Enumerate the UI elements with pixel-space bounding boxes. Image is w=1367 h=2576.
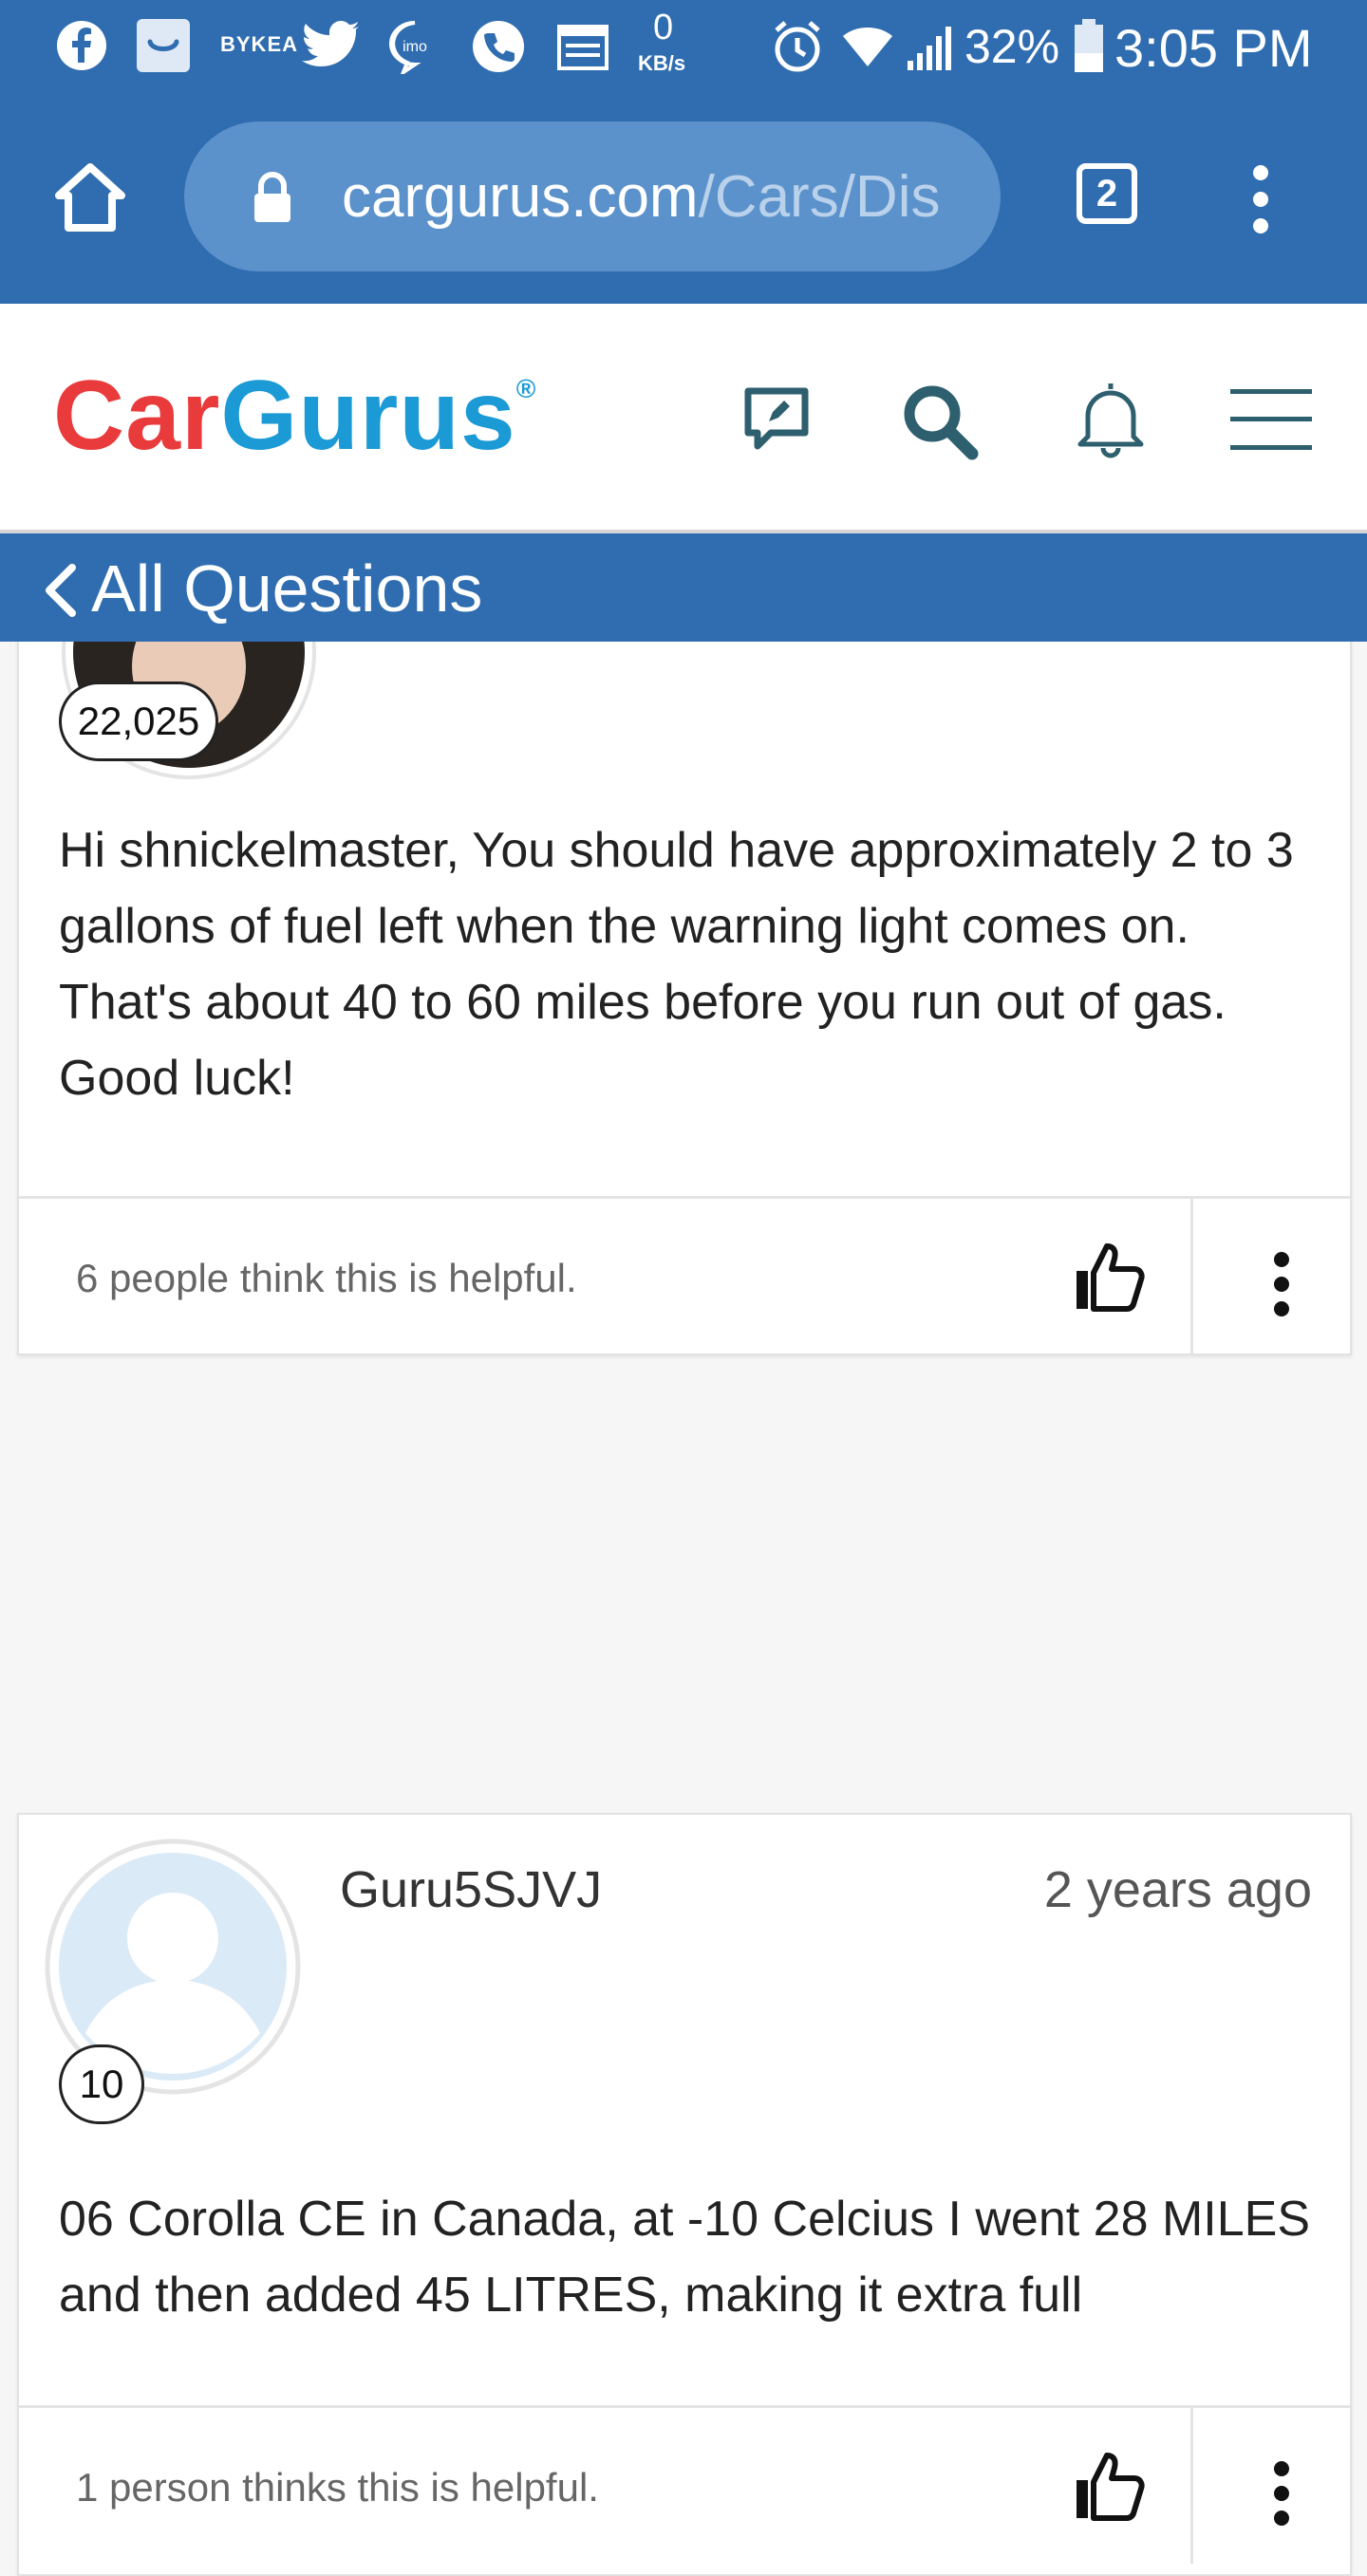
- svg-text:imo: imo: [403, 39, 427, 55]
- net-speed-value: 0: [653, 8, 674, 47]
- shopping-bag-icon: [137, 19, 190, 72]
- all-questions-back-bar[interactable]: All Questions: [0, 533, 1367, 642]
- reputation-badge: 22,025: [59, 681, 218, 761]
- alarm-icon: [775, 21, 820, 72]
- footer-divider: [1190, 2408, 1193, 2564]
- cargurus-logo[interactable]: CarGurus®: [53, 366, 536, 465]
- answer-text: Hi shnickelmaster, You should have appro…: [59, 823, 1294, 1106]
- net-speed-unit: KB/s: [638, 51, 686, 75]
- answer-card: 10 Guru5SJVJ 2 years ago 06 Corolla CE i…: [17, 1813, 1352, 2576]
- browser-toolbar: cargurus.com/Cars/Dis 2: [0, 95, 1367, 304]
- footer-divider: [1190, 1199, 1193, 1354]
- twitter-icon: [302, 21, 361, 66]
- tab-count: 2: [1095, 173, 1118, 215]
- imo-icon: imo: [389, 21, 427, 74]
- address-bar[interactable]: cargurus.com/Cars/Dis: [184, 121, 1001, 271]
- answer-card: 22,025 Hi shnickelmaster, You should hav…: [17, 626, 1352, 1355]
- answer-timestamp: 2 years ago: [1043, 1861, 1312, 1918]
- phone-app-icon: [473, 21, 524, 72]
- wifi-icon: [843, 28, 892, 66]
- search-icon[interactable]: [900, 382, 980, 461]
- username[interactable]: Guru5SJVJ: [340, 1860, 602, 1919]
- more-options-icon[interactable]: [1253, 2455, 1310, 2531]
- url-text: cargurus.com/Cars/Dis: [342, 163, 959, 231]
- hamburger-menu-icon[interactable]: [1230, 387, 1312, 452]
- signal-icon: [908, 27, 951, 70]
- answer-text: 06 Corolla CE in Canada, at -10 Celcius …: [59, 2192, 1311, 2323]
- answer-footer: 1 person thinks this is helpful.: [19, 2405, 1350, 2564]
- url-domain: cargurus.com: [342, 164, 699, 230]
- notifications-bell-icon[interactable]: [1073, 378, 1149, 459]
- logo-car: Car: [53, 361, 221, 471]
- back-label: All Questions: [91, 551, 483, 625]
- answer-footer: 6 people think this is helpful.: [19, 1196, 1350, 1354]
- facebook-icon: [57, 21, 106, 70]
- thumbs-up-icon[interactable]: [1073, 1239, 1149, 1315]
- clock-time: 3:05 PM: [1114, 18, 1313, 78]
- url-path: /Cars/Dis: [698, 164, 941, 230]
- more-options-icon[interactable]: [1253, 1246, 1310, 1322]
- site-header: CarGurus®: [0, 304, 1367, 533]
- home-icon[interactable]: [53, 161, 127, 233]
- status-bar: BYKEA imo 0 KB/s 32% 3:05 PM: [0, 0, 1367, 95]
- helpful-count: 6 people think this is helpful.: [76, 1256, 577, 1300]
- helpful-count: 1 person thinks this is helpful.: [76, 2465, 599, 2510]
- logo-gurus: Gurus: [220, 361, 516, 471]
- battery-percent: 32%: [964, 20, 1060, 73]
- reputation-badge: 10: [59, 2044, 144, 2124]
- chevron-left-icon: [46, 564, 76, 617]
- tab-switcher-button[interactable]: 2: [1077, 163, 1137, 224]
- battery-icon: [1075, 19, 1103, 72]
- lock-icon: [254, 172, 290, 222]
- logo-registered-mark: ®: [515, 374, 537, 403]
- ask-question-icon[interactable]: [742, 385, 811, 452]
- calendar-icon: [557, 25, 609, 70]
- thumbs-up-icon[interactable]: [1073, 2448, 1149, 2524]
- browser-menu-icon[interactable]: [1249, 163, 1272, 235]
- app-label: BYKEA: [220, 32, 299, 56]
